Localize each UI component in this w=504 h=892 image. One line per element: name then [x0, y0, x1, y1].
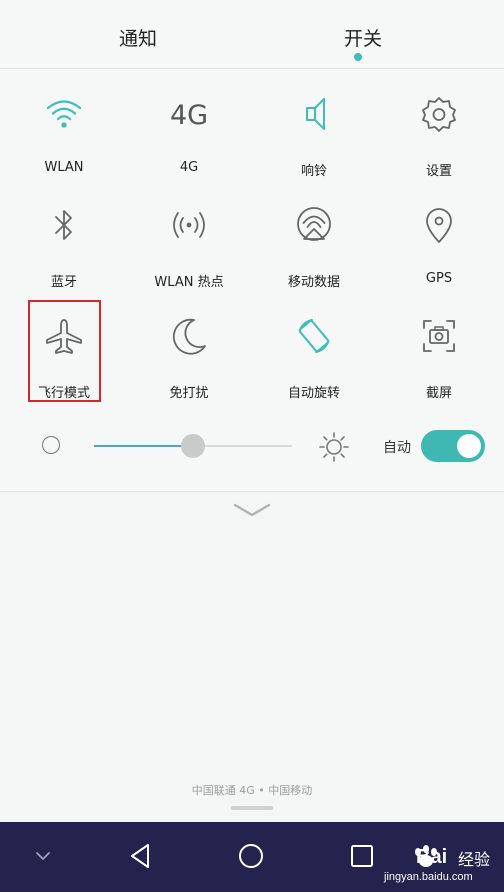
recent-apps-icon[interactable]	[350, 844, 374, 868]
toggle-label: 截屏	[425, 386, 452, 401]
toggle-mobile-data[interactable]: 移动数据	[259, 189, 369, 290]
hide-nav-chevron-icon[interactable]	[35, 850, 51, 862]
gear-icon	[422, 97, 456, 132]
toggle-label: WLAN 热点	[154, 275, 224, 290]
svg-text:4G: 4G	[170, 100, 208, 131]
toggle-label: 自动旋转	[287, 386, 340, 401]
tab-bar: 通知 开关	[0, 0, 504, 69]
toggle-do-not-disturb[interactable]: 免打扰	[134, 300, 244, 401]
toggle-auto-rotate[interactable]: 自动旋转	[259, 300, 369, 401]
toggle-label: 蓝牙	[50, 275, 77, 290]
mobile-data-icon	[297, 207, 331, 241]
toggle-label: 设置	[425, 164, 452, 179]
brightness-high-icon	[319, 432, 349, 462]
tab-notifications[interactable]: 通知	[78, 24, 198, 51]
home-icon[interactable]	[237, 842, 265, 870]
location-pin-icon	[426, 208, 452, 243]
auto-brightness-label: 自动	[383, 440, 411, 456]
toggle-label: 响铃	[300, 164, 327, 179]
toggle-bluetooth[interactable]: 蓝牙	[9, 189, 119, 290]
brightness-low-icon	[42, 436, 60, 454]
toggle-4g[interactable]: 4G 4G	[134, 78, 244, 178]
watermark-url: jingyan.baidu.com	[384, 871, 473, 883]
watermark-brand-suffix: 经验	[458, 850, 491, 869]
highlight-box	[28, 300, 101, 402]
toggle-screenshot[interactable]: 截屏	[384, 300, 494, 401]
back-icon[interactable]	[126, 842, 154, 870]
toggle-label: 移动数据	[287, 275, 340, 290]
switch-knob	[457, 434, 481, 458]
drag-handle[interactable]	[231, 806, 273, 810]
brightness-slider-fill	[94, 445, 193, 447]
wifi-icon	[46, 100, 82, 128]
toggle-label: 4G	[179, 160, 199, 175]
toggle-gps[interactable]: GPS	[384, 189, 494, 289]
4g-icon: 4G	[170, 100, 208, 131]
screenshot-icon	[423, 320, 455, 352]
auto-brightness-switch[interactable]	[421, 430, 485, 462]
brightness-slider-thumb[interactable]	[181, 434, 205, 458]
toggle-label: 免打扰	[169, 386, 209, 401]
toggle-label: WLAN	[44, 160, 84, 175]
carrier-label: 中国联通 4G • 中国移动	[191, 784, 313, 797]
bluetooth-icon	[55, 210, 72, 240]
moon-icon	[172, 318, 206, 355]
watermark-brand: Bai	[416, 846, 448, 868]
hotspot-icon	[173, 212, 205, 238]
rotate-icon	[298, 319, 330, 353]
chevron-down-icon[interactable]	[232, 502, 272, 518]
toggle-hotspot[interactable]: WLAN 热点	[134, 189, 244, 290]
toggle-label: GPS	[425, 271, 453, 286]
toggle-wlan[interactable]: WLAN	[9, 78, 119, 178]
speaker-icon	[306, 98, 325, 130]
toggle-settings[interactable]: 设置	[384, 78, 494, 179]
tab-switches[interactable]: 开关	[303, 24, 423, 51]
toggle-ringer[interactable]: 响铃	[259, 78, 369, 179]
active-tab-indicator	[354, 53, 362, 61]
